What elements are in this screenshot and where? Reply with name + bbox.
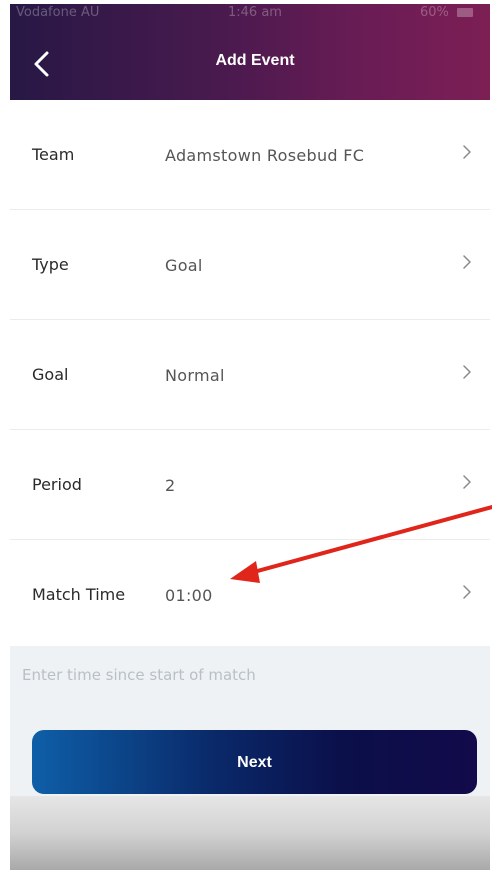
chevron-right-icon: [463, 255, 471, 269]
next-button[interactable]: Next: [32, 730, 477, 794]
row-team[interactable]: Team Adamstown Rosebud FC: [10, 100, 490, 210]
row-label: Team: [32, 145, 75, 164]
row-value: Normal: [165, 366, 225, 385]
row-value: 2: [165, 476, 176, 495]
status-time: 1:46 am: [228, 5, 282, 20]
row-period[interactable]: Period 2: [10, 430, 490, 540]
chevron-right-icon: [463, 475, 471, 489]
row-goal[interactable]: Goal Normal: [10, 320, 490, 430]
row-value: Goal: [165, 256, 203, 275]
status-bar: Vodafone AU 1:46 am 60%: [10, 4, 490, 24]
row-label: Match Time: [32, 585, 126, 604]
battery-percent: 60%: [420, 5, 449, 20]
event-form: Team Adamstown Rosebud FC Type Goal Goal…: [10, 100, 490, 649]
chevron-right-icon: [463, 585, 471, 599]
row-label: Type: [32, 255, 69, 274]
row-value: Adamstown Rosebud FC: [165, 146, 365, 165]
row-match-time[interactable]: Match Time 01:00: [10, 540, 490, 649]
page-title: Add Event: [215, 52, 295, 69]
chevron-right-icon: [463, 365, 471, 379]
hint-text: Enter time since start of match: [22, 666, 256, 684]
row-value: 01:00: [165, 586, 213, 605]
chevron-right-icon: [463, 145, 471, 159]
app-header: Vodafone AU 1:46 am 60% Add Event: [10, 4, 490, 100]
bottom-shadow: [10, 796, 490, 870]
battery-icon: [457, 8, 473, 17]
carrier-label: Vodafone AU: [16, 5, 100, 20]
row-type[interactable]: Type Goal: [10, 210, 490, 320]
row-label: Goal: [32, 365, 69, 384]
app-screen: Vodafone AU 1:46 am 60% Add Event Team A…: [10, 4, 490, 870]
row-label: Period: [32, 475, 82, 494]
